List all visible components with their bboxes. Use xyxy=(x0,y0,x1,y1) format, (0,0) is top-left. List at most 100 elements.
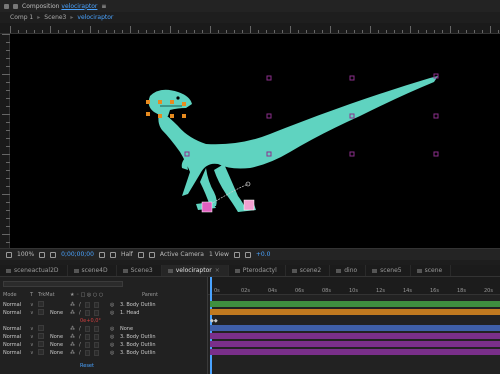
shy-icon[interactable]: ⁂ xyxy=(70,342,75,348)
magnification-dropdown[interactable]: 100% xyxy=(17,251,34,258)
blend-mode-dropdown[interactable]: Normal xyxy=(0,302,30,308)
chevron-down-icon[interactable]: ∨ xyxy=(30,342,38,348)
parent-dropdown[interactable]: None xyxy=(118,326,208,332)
timeline-tab[interactable]: scene xyxy=(411,265,452,276)
chevron-down-icon[interactable]: ∨ xyxy=(30,302,38,308)
chevron-down-icon[interactable]: ∨ xyxy=(30,326,38,332)
track-matte-dropdown[interactable]: None xyxy=(48,342,70,348)
layer-row[interactable]: Normal ∨ None ⁂ / ◎ 1. Head xyxy=(0,308,208,316)
layer-search-input[interactable] xyxy=(3,280,123,287)
layer-duration-bar[interactable] xyxy=(210,341,500,347)
flowchart-icon[interactable] xyxy=(244,251,251,258)
always-preview-icon[interactable] xyxy=(6,251,12,258)
quality-icon[interactable]: / xyxy=(79,350,81,356)
layer-row[interactable]: 0e+0,0° xyxy=(0,317,208,324)
fx-box[interactable] xyxy=(84,349,90,356)
shy-icon[interactable]: ⁂ xyxy=(70,350,75,356)
time-graph[interactable]: 0s 02s 04s 06s 08s 10s 12s 14s 16s 18s 20s ◆◆ xyxy=(208,277,500,374)
camera-dropdown[interactable]: Active Camera xyxy=(160,251,204,258)
breadcrumb-scene3[interactable]: Scene3 xyxy=(44,14,66,21)
panel-menu-icon[interactable]: ≡ xyxy=(101,3,106,10)
close-tab-icon[interactable]: × xyxy=(215,267,220,274)
mask-toggle-icon[interactable] xyxy=(50,251,57,258)
timeline-tab[interactable]: scene4D xyxy=(68,265,117,276)
quality-icon[interactable]: / xyxy=(79,310,81,316)
motion-blur-box[interactable] xyxy=(93,301,99,308)
pickwhip-icon[interactable]: ◎ xyxy=(110,350,118,356)
parent-dropdown[interactable]: 1. Head xyxy=(118,310,208,316)
blend-mode-dropdown[interactable]: Normal xyxy=(0,342,30,348)
layer-row[interactable]: Normal ∨ None ⁂ / ◎ 3. Body Outlin xyxy=(0,332,208,340)
transparency-grid-icon[interactable] xyxy=(148,251,155,258)
expression-value[interactable]: 0e+0,0° xyxy=(0,318,101,324)
quality-icon[interactable]: / xyxy=(79,326,81,332)
timeline-tab[interactable]: scene5 xyxy=(366,265,411,276)
layer-row[interactable]: Normal ∨ None ⁂ / ◎ 3. Body Outlin xyxy=(0,348,208,356)
breadcrumb-comp1[interactable]: Comp 1 xyxy=(10,14,33,21)
preserve-transparency-box[interactable] xyxy=(38,340,44,347)
view-layout-dropdown[interactable]: 1 View xyxy=(209,251,229,258)
shy-icon[interactable]: ⁂ xyxy=(70,334,75,340)
track-matte-dropdown[interactable]: None xyxy=(48,334,70,340)
foot-controller-left[interactable] xyxy=(201,201,213,213)
blend-mode-dropdown[interactable]: Normal xyxy=(0,310,30,316)
fx-box[interactable] xyxy=(84,341,90,348)
keyframe-icon[interactable]: ◆◆ xyxy=(210,318,220,324)
pickwhip-icon[interactable]: ◎ xyxy=(110,326,118,332)
layer-row[interactable]: Normal ∨ ⁂ / ◎ None xyxy=(0,324,208,332)
motion-blur-box[interactable] xyxy=(93,325,99,332)
layer-switches[interactable]: ⁂ / xyxy=(70,349,110,356)
blend-mode-dropdown[interactable]: Normal xyxy=(0,350,30,356)
quality-icon[interactable]: / xyxy=(79,342,81,348)
foot-controller-right[interactable] xyxy=(243,199,255,211)
timeline-tab[interactable]: Scene3 xyxy=(117,265,162,276)
preserve-transparency-box[interactable] xyxy=(38,324,44,331)
preserve-transparency-box[interactable] xyxy=(38,300,44,307)
pickwhip-icon[interactable]: ◎ xyxy=(110,310,118,316)
fx-box[interactable] xyxy=(84,301,90,308)
color-channel-icon[interactable] xyxy=(109,251,116,258)
chevron-down-icon[interactable]: ∨ xyxy=(30,310,38,316)
blend-mode-dropdown[interactable]: Normal xyxy=(0,326,30,332)
timeline-tab[interactable]: Pterodactyl xyxy=(229,265,286,276)
null-handles[interactable] xyxy=(184,73,439,157)
motion-blur-box[interactable] xyxy=(93,309,99,316)
layer-switches[interactable]: ⁂ / xyxy=(70,333,110,340)
motion-blur-box[interactable] xyxy=(93,341,99,348)
layer-duration-bar[interactable] xyxy=(210,325,500,331)
layer-row[interactable]: Normal ∨ None ⁂ / ◎ 3. Body Outlin xyxy=(0,340,208,348)
breadcrumb-velociraptor[interactable]: velociraptor xyxy=(77,14,113,21)
pickwhip-icon[interactable]: ◎ xyxy=(110,302,118,308)
layer-duration-bar[interactable] xyxy=(210,333,500,339)
lock-icon[interactable] xyxy=(4,3,9,9)
quality-icon[interactable]: / xyxy=(79,302,81,308)
timeline-tab[interactable]: velociraptor × xyxy=(161,265,229,276)
grid-toggle-icon[interactable] xyxy=(39,251,46,258)
timeline-tab[interactable]: scene2 xyxy=(286,265,331,276)
pickwhip-icon[interactable]: ◎ xyxy=(110,342,118,348)
parent-dropdown[interactable]: 3. Body Outlin xyxy=(118,334,208,340)
layer-switches[interactable]: ⁂ / xyxy=(70,301,110,308)
parent-dropdown[interactable]: 3. Body Outlin xyxy=(118,302,208,308)
shy-icon[interactable]: ⁂ xyxy=(70,310,75,316)
timeline-tab[interactable]: dino xyxy=(330,265,367,276)
parent-dropdown[interactable]: 3. Body Outlin xyxy=(118,342,208,348)
track-matte-dropdown[interactable]: None xyxy=(48,310,70,316)
quality-icon[interactable]: / xyxy=(79,334,81,340)
fx-box[interactable] xyxy=(84,325,90,332)
layer-switches[interactable]: ⁂ / xyxy=(70,309,110,316)
fx-box[interactable] xyxy=(84,333,90,340)
region-of-interest-icon[interactable] xyxy=(137,251,144,258)
layer-switches[interactable]: ⁂ / xyxy=(70,325,110,332)
preserve-transparency-box[interactable] xyxy=(38,308,44,315)
layer-duration-bar[interactable] xyxy=(210,349,500,355)
motion-blur-box[interactable] xyxy=(93,349,99,356)
pickwhip-icon[interactable]: ◎ xyxy=(110,334,118,340)
layer-switches[interactable]: ⁂ / xyxy=(70,341,110,348)
preserve-transparency-box[interactable] xyxy=(38,332,44,339)
parent-dropdown[interactable]: 3. Body Outlin xyxy=(118,350,208,356)
composition-viewer[interactable] xyxy=(10,34,500,248)
layer-duration-bar[interactable] xyxy=(210,301,500,307)
snapshot-icon[interactable] xyxy=(98,251,105,258)
timeline-tab[interactable]: sceneactual2D xyxy=(0,265,68,276)
